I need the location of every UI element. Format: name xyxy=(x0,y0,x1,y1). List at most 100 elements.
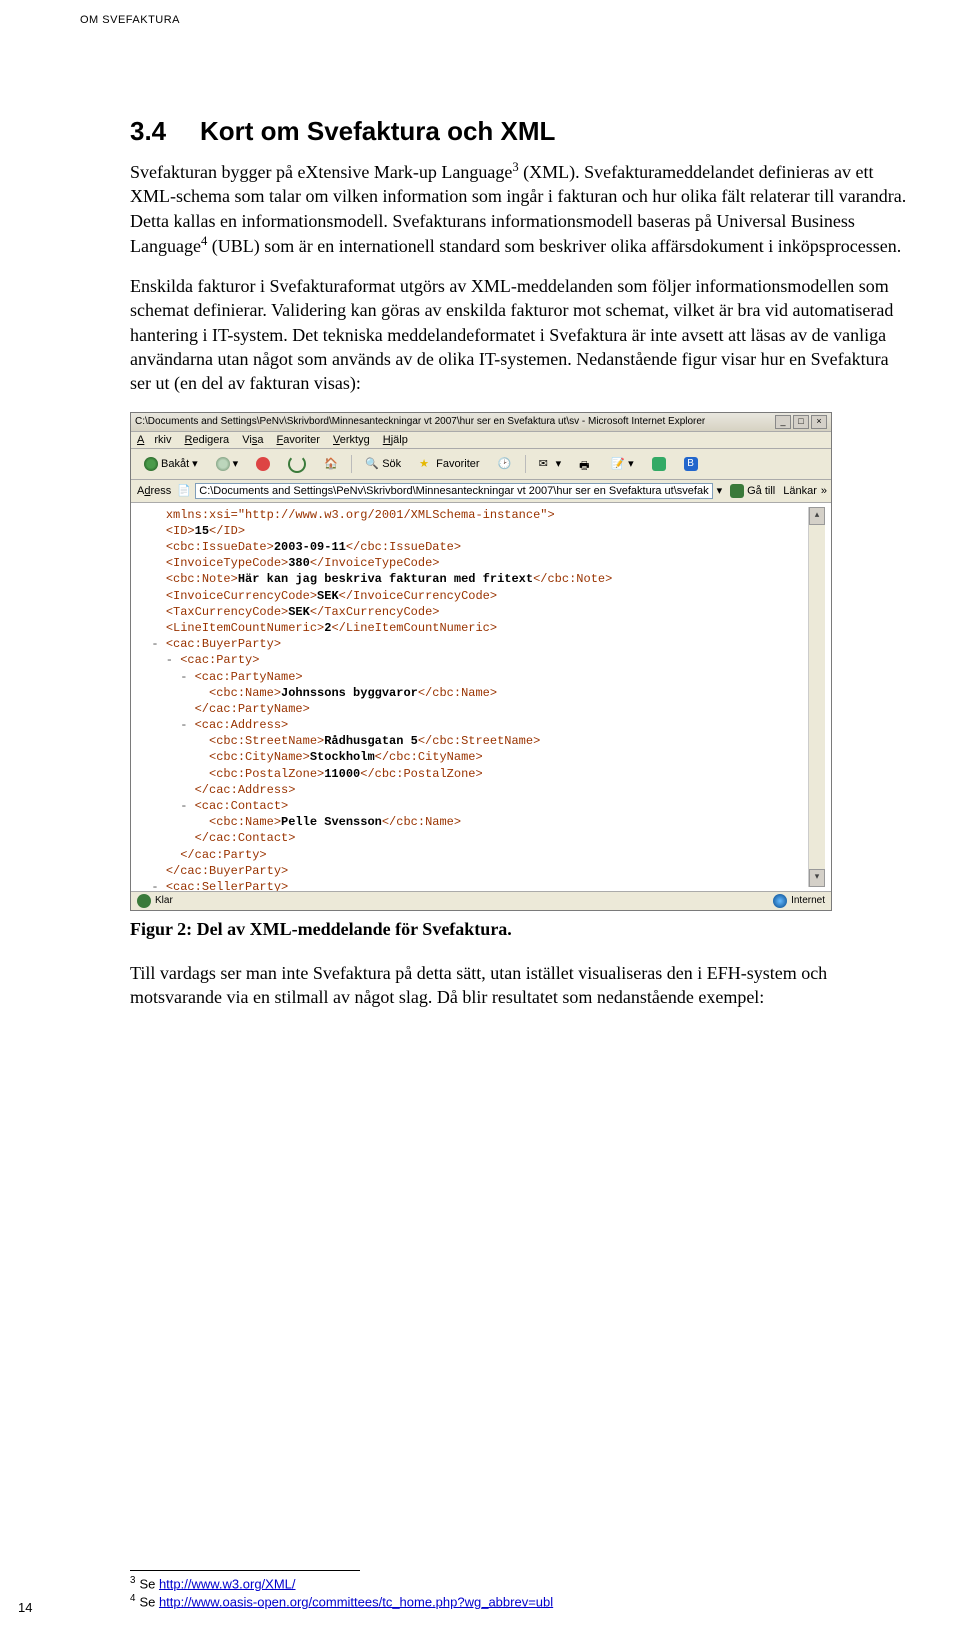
menu-visa[interactable]: Visa xyxy=(242,434,263,446)
go-button[interactable]: Gå till xyxy=(726,483,779,499)
done-icon xyxy=(137,894,151,908)
footnote-3-link[interactable]: http://www.w3.org/XML/ xyxy=(159,1576,296,1591)
menu-hjalp[interactable]: Hjälp xyxy=(383,434,408,446)
go-label: Gå till xyxy=(747,485,775,497)
footnote-4: 4Se http://www.oasis-open.org/committees… xyxy=(130,1593,910,1609)
menu-favoriter[interactable]: Favoriter xyxy=(277,434,320,446)
xml-street-val: Rådhusgatan 5 xyxy=(324,734,418,748)
xml-city-val: Stockholm xyxy=(310,750,375,764)
messenger-button[interactable] xyxy=(645,454,673,474)
mail-button[interactable]: ✉▾ xyxy=(532,454,569,474)
xml-contact-name-close: </cbc:Name> xyxy=(382,815,461,829)
forward-icon xyxy=(216,457,230,471)
xml-contact-name-val: Pelle Svensson xyxy=(281,815,382,829)
paragraph-3: Till vardags ser man inte Svefaktura på … xyxy=(130,961,910,1010)
scroll-track[interactable] xyxy=(809,525,825,869)
stop-icon xyxy=(256,457,270,471)
xml-taxcurr-open: <TaxCurrencyCode> xyxy=(166,605,288,619)
xml-date-open: <cbc:IssueDate> xyxy=(166,540,274,554)
xml-note-close: </cbc:Note> xyxy=(533,572,612,586)
close-button[interactable]: × xyxy=(811,415,827,429)
xml-contact: <cac:Contact> xyxy=(195,799,289,813)
xml-street-open: <cbc:StreetName> xyxy=(209,734,324,748)
section-number: 3.4 xyxy=(130,116,200,147)
menu-verktyg[interactable]: Verktyg xyxy=(333,434,370,446)
xml-type-open: <InvoiceTypeCode> xyxy=(166,556,288,570)
browser-titlebar: C:\Documents and Settings\PeNv\Skrivbord… xyxy=(131,413,831,432)
section-heading: 3.4Kort om Svefaktura och XML xyxy=(130,116,910,147)
address-input[interactable] xyxy=(195,483,712,499)
browser-window: C:\Documents and Settings\PeNv\Skrivbord… xyxy=(130,412,832,911)
star-icon: ★ xyxy=(419,457,433,471)
stop-button[interactable] xyxy=(249,454,277,474)
footnote-4-prefix: Se xyxy=(139,1594,159,1609)
xml-taxcurr-close: </TaxCurrencyCode> xyxy=(310,605,440,619)
xml-address: <cac:Address> xyxy=(195,718,289,732)
menu-redigera[interactable]: Redigera xyxy=(185,434,230,446)
xml-postal-close: </cbc:PostalZone> xyxy=(360,767,482,781)
xml-partyname-close: </cac:PartyName> xyxy=(195,702,310,716)
xml-type-close: </InvoiceTypeCode> xyxy=(310,556,440,570)
xml-curr-close: </InvoiceCurrencyCode> xyxy=(339,589,497,603)
xml-postal-val: 11000 xyxy=(324,767,360,781)
xml-id-open: <ID> xyxy=(166,524,195,538)
back-label: Bakåt xyxy=(161,458,189,470)
favorites-button[interactable]: ★Favoriter xyxy=(412,454,486,474)
footnote-3: 3Se http://www.w3.org/XML/ xyxy=(130,1575,910,1591)
xml-contact-name-open: <cbc:Name> xyxy=(209,815,281,829)
back-button[interactable]: Bakåt ▾ xyxy=(137,454,205,474)
xml-type-val: 380 xyxy=(288,556,310,570)
print-icon: 🖶 xyxy=(579,457,593,471)
links-chevron[interactable]: » xyxy=(821,485,827,497)
footnotes: 3Se http://www.w3.org/XML/ 4Se http://ww… xyxy=(130,1575,910,1610)
document-page: OM SVEFAKTURA 3.4Kort om Svefaktura och … xyxy=(0,0,960,1641)
xml-postal-open: <cbc:PostalZone> xyxy=(209,767,324,781)
mail-icon: ✉ xyxy=(539,457,553,471)
file-icon: 📄 xyxy=(177,484,191,498)
xml-buyerparty-close: </cac:BuyerParty> xyxy=(166,864,288,878)
xml-name-val: Johnssons byggvaror xyxy=(281,686,418,700)
extra-button[interactable]: B xyxy=(677,454,705,474)
links-label[interactable]: Länkar xyxy=(783,485,817,497)
menu-arkiv[interactable]: Arkiv xyxy=(137,434,171,446)
figure-caption: Figur 2: Del av XML-meddelande för Svefa… xyxy=(130,917,910,941)
search-icon: 🔍 xyxy=(365,457,379,471)
xml-date-val: 2003-09-11 xyxy=(274,540,346,554)
xml-street-close: </cbc:StreetName> xyxy=(418,734,540,748)
refresh-button[interactable] xyxy=(281,452,313,476)
footnote-separator xyxy=(130,1570,360,1571)
xml-city-close: </cbc:CityName> xyxy=(375,750,483,764)
print-button[interactable]: 🖶 xyxy=(572,454,600,474)
maximize-button[interactable]: □ xyxy=(793,415,809,429)
home-button[interactable]: 🏠 xyxy=(317,454,345,474)
history-button[interactable]: 🕑 xyxy=(491,454,519,474)
edit-button[interactable]: 📝▾ xyxy=(604,454,641,474)
footnote-4-link[interactable]: http://www.oasis-open.org/committees/tc_… xyxy=(159,1594,553,1609)
address-dropdown[interactable]: ▾ xyxy=(717,484,723,497)
xml-ns: xmlns:xsi="http://www.w3.org/2001/XMLSch… xyxy=(166,508,555,522)
content-column: 3.4Kort om Svefaktura och XML Svefaktura… xyxy=(130,116,910,1609)
vertical-scrollbar[interactable]: ▴ ▾ xyxy=(808,507,825,887)
scroll-up-button[interactable]: ▴ xyxy=(809,507,825,525)
p1-part-c: (UBL) som är en internationell standard … xyxy=(207,236,901,256)
xml-address-close: </cac:Address> xyxy=(195,783,296,797)
history-icon: 🕑 xyxy=(498,457,512,471)
address-label: Adress xyxy=(135,485,173,497)
search-button[interactable]: 🔍Sök xyxy=(358,454,408,474)
home-icon: 🏠 xyxy=(324,457,338,471)
xml-buyerparty: <cac:BuyerParty> xyxy=(166,637,281,651)
scroll-down-button[interactable]: ▾ xyxy=(809,869,825,887)
refresh-icon xyxy=(288,455,306,473)
xml-lines-open: <LineItemCountNumeric> xyxy=(166,621,324,635)
minimize-button[interactable]: _ xyxy=(775,415,791,429)
xml-id-close: </ID> xyxy=(209,524,245,538)
search-label: Sök xyxy=(382,458,401,470)
xml-contact-close: </cac:Contact> xyxy=(195,831,296,845)
browser-viewport: xmlns:xsi="http://www.w3.org/2001/XMLSch… xyxy=(131,503,831,891)
browser-menubar: Arkiv Redigera Visa Favoriter Verktyg Hj… xyxy=(131,432,831,449)
go-icon xyxy=(730,484,744,498)
forward-button[interactable]: ▾ xyxy=(209,454,246,474)
xml-curr-val: SEK xyxy=(317,589,339,603)
favorites-label: Favoriter xyxy=(436,458,479,470)
p1-part-a: Svefakturan bygger på eXtensive Mark-up … xyxy=(130,162,512,182)
